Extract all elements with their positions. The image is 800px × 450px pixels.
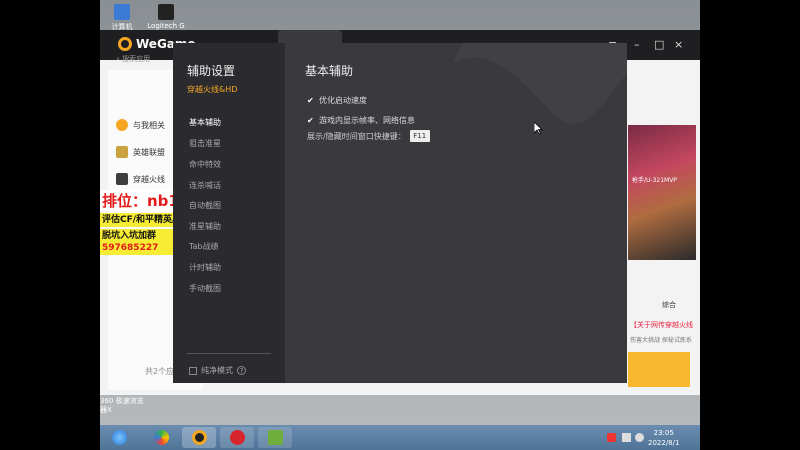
- close-icon[interactable]: ×: [674, 38, 683, 51]
- dialog-game-name: 穿越火线&HD: [187, 85, 238, 94]
- taskbar-360-browser[interactable]: [144, 427, 178, 448]
- search-icon: ⌕: [116, 55, 120, 63]
- taskbar-clock[interactable]: 23:05 2022/8/1: [648, 428, 679, 448]
- menu-item-tab-stats[interactable]: Tab战绩: [189, 241, 269, 252]
- desktop-icon-computer[interactable]: 计算机: [102, 4, 142, 32]
- taskbar-wegame[interactable]: [182, 427, 216, 448]
- related-icon: [116, 119, 128, 131]
- section-heading: 基本辅助: [305, 64, 354, 78]
- clock-date: 2022/8/1: [648, 439, 680, 447]
- option-optimize-startup[interactable]: ✔ 优化启动速度: [307, 95, 367, 106]
- browser-360-icon: [153, 430, 169, 445]
- windows-logo-icon: [111, 430, 127, 445]
- desktop-icon-360-label[interactable]: 360 极速浏览 器X: [100, 397, 144, 415]
- wegame-logo-icon: [118, 37, 132, 51]
- hotkey-label: 展示/隐藏时间窗口快捷键：: [307, 131, 406, 141]
- computer-icon: [114, 4, 130, 20]
- sidebar-item-cf[interactable]: 穿越火线: [116, 169, 165, 189]
- network-icon[interactable]: [622, 433, 631, 442]
- desktop-icon-logitech[interactable]: Logitech G: [146, 4, 186, 30]
- hotkey-input[interactable]: F11: [409, 130, 430, 142]
- menu-item-timer-assist[interactable]: 计时辅助: [189, 262, 269, 273]
- maximize-icon[interactable]: □: [654, 38, 664, 51]
- logitech-icon: [158, 4, 174, 20]
- clock-time: 23:05: [653, 429, 674, 437]
- menu-item-basic-assist[interactable]: 基本辅助: [189, 117, 269, 128]
- game-banner[interactable]: [628, 125, 696, 260]
- menu-item-kill-shout[interactable]: 连杀喊话: [189, 180, 269, 191]
- search-input[interactable]: ⌕ 搜索应用: [116, 54, 176, 72]
- checkmark-icon: ✔: [307, 95, 314, 105]
- desktop-icon-label: Logitech G: [147, 22, 185, 30]
- checkbox-icon: [189, 366, 197, 375]
- launch-button[interactable]: [628, 352, 690, 387]
- menu-item-hit-effect[interactable]: 命中特效: [189, 159, 269, 170]
- taskbar: 23:05 2022/8/1: [100, 425, 700, 450]
- news-tab-general[interactable]: 综合: [662, 300, 676, 310]
- help-icon[interactable]: ?: [237, 366, 246, 375]
- sidebar-divider: [187, 353, 271, 354]
- news-link[interactable]: 【关于网传穿越火线: [630, 320, 693, 330]
- netease-music-icon: [229, 430, 245, 445]
- wave-decoration: [453, 43, 627, 124]
- start-button[interactable]: [102, 427, 136, 448]
- menu-item-auto-screenshot[interactable]: 自动截图: [189, 200, 269, 211]
- taskbar-app-window[interactable]: [258, 427, 292, 448]
- menu-item-manual-screenshot[interactable]: 手动截图: [189, 283, 269, 294]
- pure-mode-checkbox[interactable]: 纯净模式 ?: [189, 365, 246, 376]
- volume-icon[interactable]: [635, 433, 644, 442]
- app-count-label: 共2个应: [145, 367, 175, 376]
- checkmark-icon: ✔: [307, 115, 314, 125]
- cf-icon: [116, 173, 128, 185]
- wegame-icon: [191, 430, 207, 445]
- lol-icon: [116, 146, 128, 158]
- news-subtitle: 伤害大挑战 探秘试炼系: [630, 337, 692, 344]
- app-window-icon: [267, 430, 283, 445]
- hotkey-row: 展示/隐藏时间窗口快捷键： F11: [307, 130, 430, 142]
- dialog-title: 辅助设置: [187, 64, 236, 78]
- minimize-icon[interactable]: –: [634, 38, 640, 51]
- sidebar-item-lol[interactable]: 英雄联盟: [116, 142, 165, 162]
- sidebar-item-related[interactable]: 与我相关: [116, 115, 165, 135]
- menu-item-crosshair-assist[interactable]: 准星辅助: [189, 221, 269, 232]
- taskbar-netease-music[interactable]: [220, 427, 254, 448]
- input-method-icon[interactable]: [607, 433, 616, 442]
- assist-settings-dialog: 辅助设置 穿越火线&HD 基本辅助 狙击准星 命中特效 连杀喊话 自动截图 准星…: [173, 43, 627, 383]
- option-show-fps-network[interactable]: ✔ 游戏内显示帧率、网络信息: [307, 115, 415, 126]
- banner-caption: 枪手/U-321MVP: [632, 177, 677, 184]
- menu-item-sniper-crosshair[interactable]: 狙击准星: [189, 138, 269, 149]
- mouse-cursor-icon: [534, 122, 543, 135]
